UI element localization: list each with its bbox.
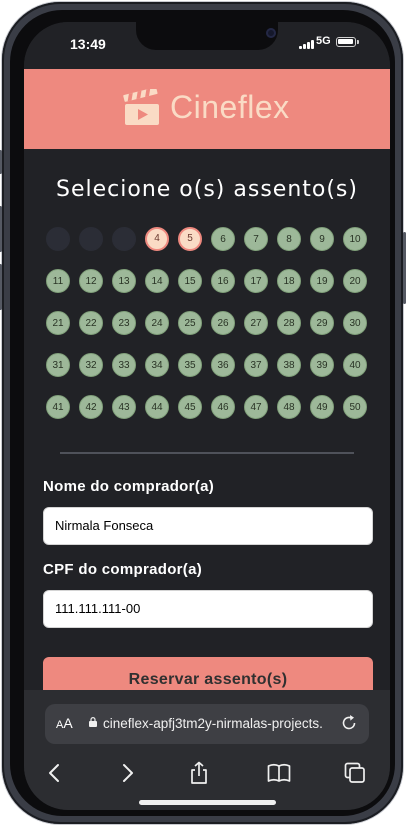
reload-icon[interactable] [339, 713, 359, 733]
seat-21[interactable]: 21 [46, 311, 70, 335]
forward-icon[interactable] [114, 760, 140, 786]
mute-switch [0, 264, 2, 310]
seat-44[interactable]: 44 [145, 395, 169, 419]
address-bar[interactable]: AA cineflex-apfj3tm2y-nirmalas-projects. [45, 704, 369, 744]
browser-toolbar: AA cineflex-apfj3tm2y-nirmalas-projects. [24, 690, 390, 810]
divider [60, 452, 354, 454]
seat-14[interactable]: 14 [145, 269, 169, 293]
network-type: 5G [316, 35, 331, 47]
seat-30[interactable]: 30 [343, 311, 367, 335]
seat-11[interactable]: 11 [46, 269, 70, 293]
seat-22[interactable]: 22 [79, 311, 103, 335]
seat-15[interactable]: 15 [178, 269, 202, 293]
seat-34[interactable]: 34 [145, 353, 169, 377]
seat-24[interactable]: 24 [145, 311, 169, 335]
status-bar: 13:49 5G [24, 22, 390, 68]
seat-20[interactable]: 20 [343, 269, 367, 293]
clapperboard-icon [123, 89, 159, 125]
seat-13[interactable]: 13 [112, 269, 136, 293]
seat-33[interactable]: 33 [112, 353, 136, 377]
seat-29[interactable]: 29 [310, 311, 334, 335]
seat-5[interactable]: 5 [178, 227, 202, 251]
signal-icon [299, 39, 315, 49]
volume-up-button [0, 150, 2, 174]
seat-7[interactable]: 7 [244, 227, 268, 251]
seat-39[interactable]: 39 [310, 353, 334, 377]
seat-32[interactable]: 32 [79, 353, 103, 377]
home-indicator [139, 800, 276, 805]
seat-10[interactable]: 10 [343, 227, 367, 251]
seat-9[interactable]: 9 [310, 227, 334, 251]
seat-12[interactable]: 12 [79, 269, 103, 293]
seat-36[interactable]: 36 [211, 353, 235, 377]
cpf-input[interactable]: 111.111.111-00 [43, 590, 373, 628]
lock-icon [89, 717, 97, 727]
seat-41[interactable]: 41 [46, 395, 70, 419]
status-time: 13:49 [70, 36, 106, 52]
seat-31[interactable]: 31 [46, 353, 70, 377]
cpf-label: CPF do comprador(a) [43, 561, 203, 578]
seat-46[interactable]: 46 [211, 395, 235, 419]
seat-37[interactable]: 37 [244, 353, 268, 377]
seat-6[interactable]: 6 [211, 227, 235, 251]
seat-35[interactable]: 35 [178, 353, 202, 377]
seat-23[interactable]: 23 [112, 311, 136, 335]
page-title: Selecione o(s) assento(s) [56, 177, 358, 202]
name-input[interactable]: Nirmala Fonseca [43, 507, 373, 545]
power-button [403, 232, 406, 304]
seat-28[interactable]: 28 [277, 311, 301, 335]
seat-8[interactable]: 8 [277, 227, 301, 251]
tabs-icon[interactable] [342, 760, 368, 786]
seat-16[interactable]: 16 [211, 269, 235, 293]
seat-48[interactable]: 48 [277, 395, 301, 419]
back-icon[interactable] [42, 760, 68, 786]
seat-38[interactable]: 38 [277, 353, 301, 377]
app-logo-text: Cineflex [170, 89, 290, 125]
url-text: cineflex-apfj3tm2y-nirmalas-projects. [103, 716, 323, 731]
seat-50[interactable]: 50 [343, 395, 367, 419]
seat-3[interactable]: 3 [112, 227, 136, 251]
seat-25[interactable]: 25 [178, 311, 202, 335]
seat-1[interactable]: 1 [46, 227, 70, 251]
seat-43[interactable]: 43 [112, 395, 136, 419]
seat-4[interactable]: 4 [145, 227, 169, 251]
bookmarks-icon[interactable] [266, 760, 292, 786]
volume-down-button [0, 206, 2, 252]
name-label: Nome do comprador(a) [43, 478, 215, 495]
seat-42[interactable]: 42 [79, 395, 103, 419]
notch [136, 22, 278, 50]
seat-27[interactable]: 27 [244, 311, 268, 335]
screen: 13:49 5G Cineflex Selecione o(s) assento… [24, 22, 390, 810]
seat-40[interactable]: 40 [343, 353, 367, 377]
front-camera [266, 28, 276, 38]
battery-icon [336, 37, 359, 47]
seat-19[interactable]: 19 [310, 269, 334, 293]
seat-26[interactable]: 26 [211, 311, 235, 335]
seat-45[interactable]: 45 [178, 395, 202, 419]
seat-2[interactable]: 2 [79, 227, 103, 251]
seat-18[interactable]: 18 [277, 269, 301, 293]
app-header: Cineflex [24, 69, 390, 149]
text-size-button[interactable]: AA [56, 715, 73, 731]
seat-49[interactable]: 49 [310, 395, 334, 419]
seat-47[interactable]: 47 [244, 395, 268, 419]
seat-17[interactable]: 17 [244, 269, 268, 293]
share-icon[interactable] [186, 760, 212, 786]
